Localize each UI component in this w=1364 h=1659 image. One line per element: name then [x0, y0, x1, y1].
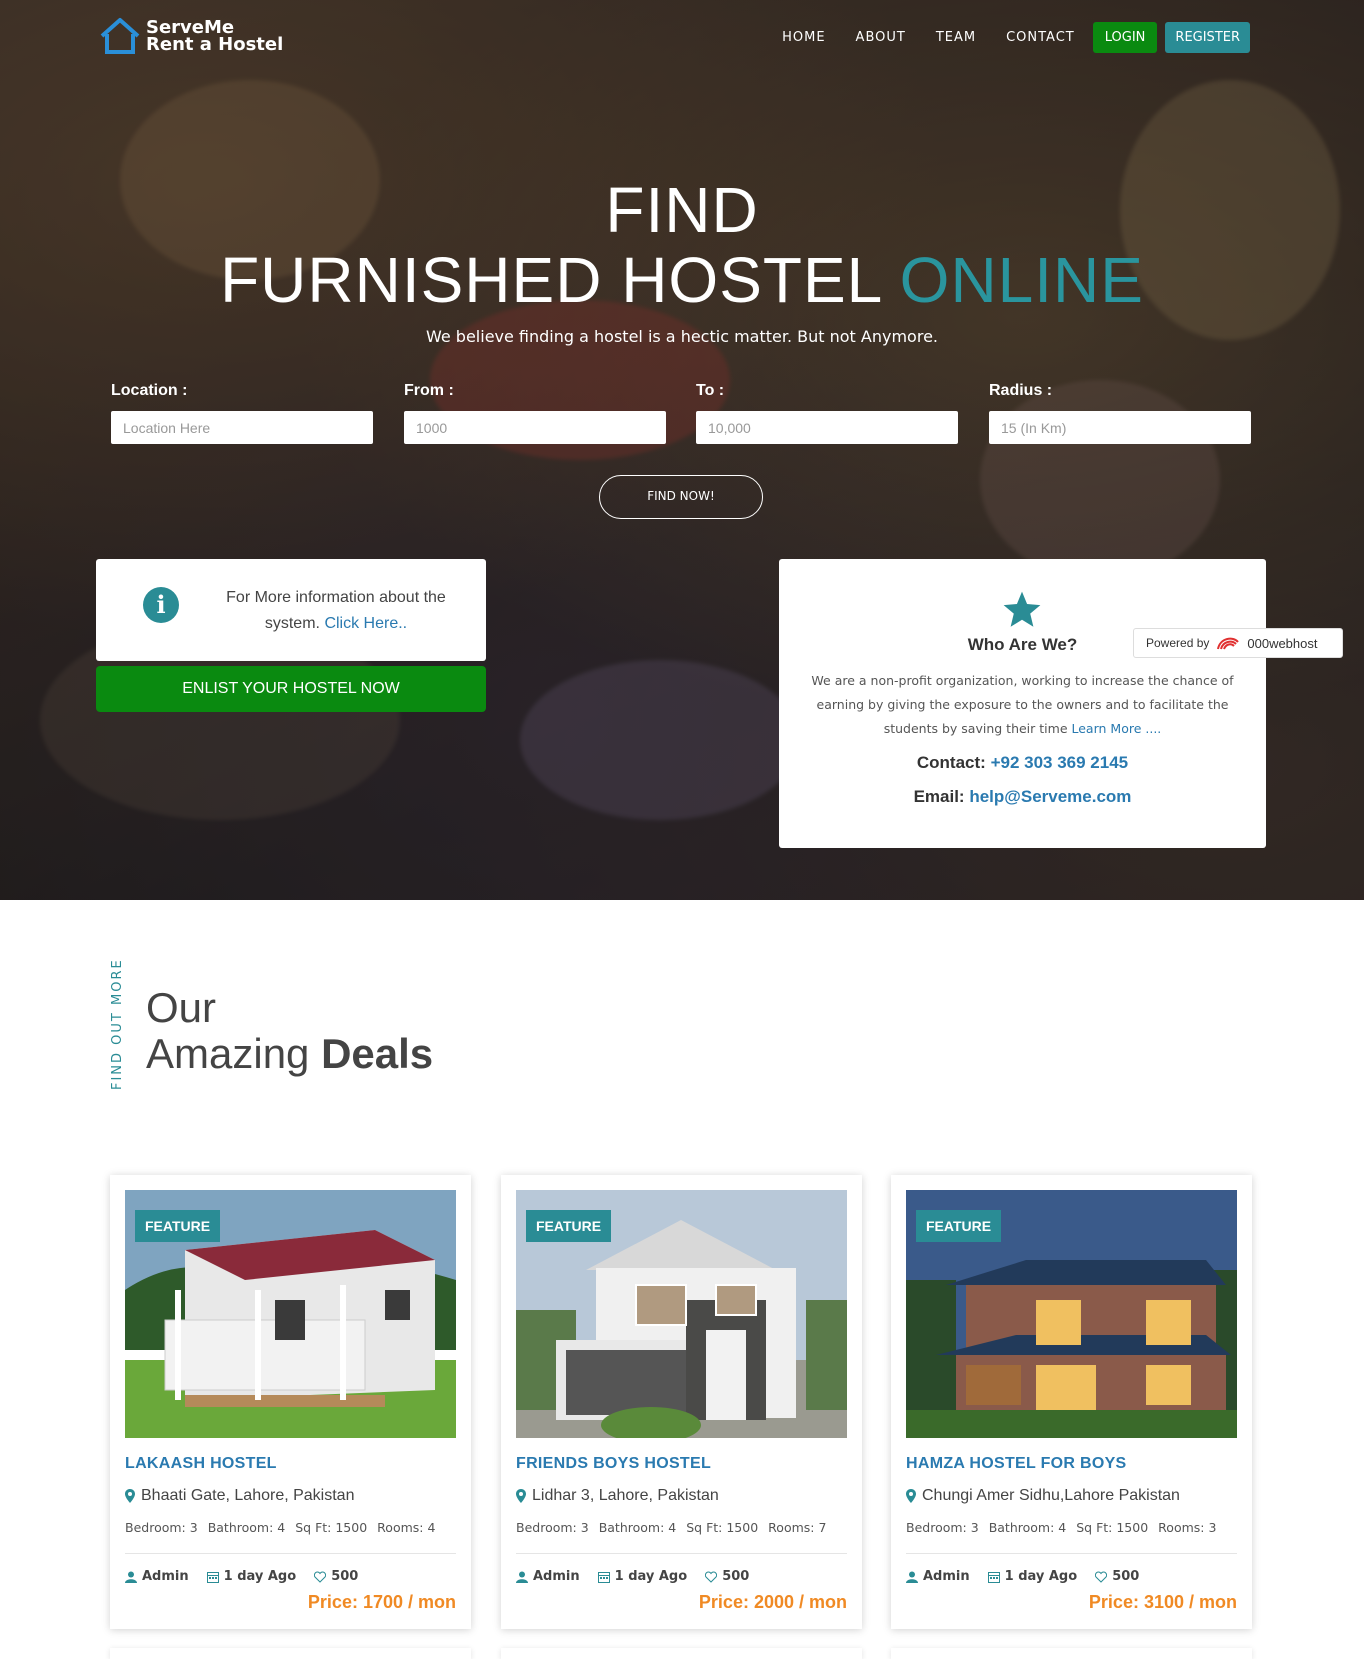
webhost-logo-icon	[1217, 637, 1240, 650]
feature-badge: FEATURE	[135, 1210, 221, 1242]
radius-input[interactable]	[989, 411, 1251, 444]
nav-contact[interactable]: CONTACT	[1006, 30, 1075, 45]
radius-label: Radius :	[989, 382, 1053, 399]
login-button[interactable]: LOGIN	[1092, 22, 1158, 53]
contact-line: Contact: +92 303 369 2145	[779, 753, 1266, 773]
logo[interactable]: ServeMe Rent a Hostel	[98, 16, 283, 56]
who-description-body: We are a non-profit organization, workin…	[811, 673, 1234, 736]
feature-badge: FEATURE	[526, 1210, 612, 1242]
location-label: Location :	[111, 382, 188, 399]
hero-title-accent: ONLINE	[899, 244, 1144, 316]
from-label: From :	[404, 382, 454, 399]
email-line: Email: help@Serveme.com	[779, 787, 1266, 807]
location-input[interactable]	[111, 411, 373, 444]
hero-subtitle: We believe finding a hostel is a hectic …	[425, 327, 938, 346]
nav-team[interactable]: TEAM	[936, 30, 976, 45]
powered-by-label: Powered by	[1146, 636, 1210, 650]
brand-name: ServeMe Rent a Hostel	[146, 19, 284, 55]
brand-line2: Rent a Hostel	[146, 34, 284, 55]
contact-phone-link[interactable]: +92 303 369 2145	[991, 753, 1129, 772]
to-label: To :	[696, 382, 725, 399]
powered-by-brand: 000webhost	[1247, 635, 1318, 651]
nav-about[interactable]: ABOUT	[856, 30, 906, 45]
find-now-button[interactable]: FIND NOW!	[599, 475, 763, 519]
nav-home[interactable]: HOME	[782, 30, 825, 45]
info-card: i For More information about the system.…	[96, 559, 486, 661]
email-link[interactable]: help@Serveme.com	[969, 787, 1131, 806]
info-text: For More information about the system. C…	[216, 585, 456, 637]
info-icon: i	[143, 587, 179, 623]
hero-title-line2: FURNISHED HOSTEL ONLINE	[0, 245, 1364, 315]
learn-more-link[interactable]: Learn More ....	[1072, 721, 1162, 736]
email-label: Email:	[913, 787, 965, 806]
hero-title: FIND FURNISHED HOSTEL ONLINE	[0, 175, 1364, 315]
enlist-hostel-button[interactable]: ENLIST YOUR HOSTEL NOW	[96, 666, 486, 712]
star-icon	[1003, 591, 1041, 627]
house-logo-icon	[100, 18, 140, 54]
register-button[interactable]: REGISTER	[1165, 22, 1250, 53]
main-nav: HOME ABOUT TEAM CONTACT LOGIN REGISTER	[782, 22, 1250, 53]
who-description: We are a non-profit organization, workin…	[791, 669, 1254, 741]
to-input[interactable]	[696, 411, 958, 444]
who-are-we-card: Who Are We? We are a non-profit organiza…	[779, 559, 1266, 848]
powered-by-badge[interactable]: Powered by 000webhost	[1133, 628, 1343, 658]
hero-title-main: FURNISHED HOSTEL	[220, 244, 881, 316]
info-click-here-link[interactable]: Click Here..	[324, 615, 407, 632]
feature-badge: FEATURE	[916, 1210, 1002, 1242]
from-input[interactable]	[404, 411, 666, 444]
hero-title-line1: FIND	[605, 174, 759, 246]
contact-label: Contact:	[916, 753, 986, 772]
